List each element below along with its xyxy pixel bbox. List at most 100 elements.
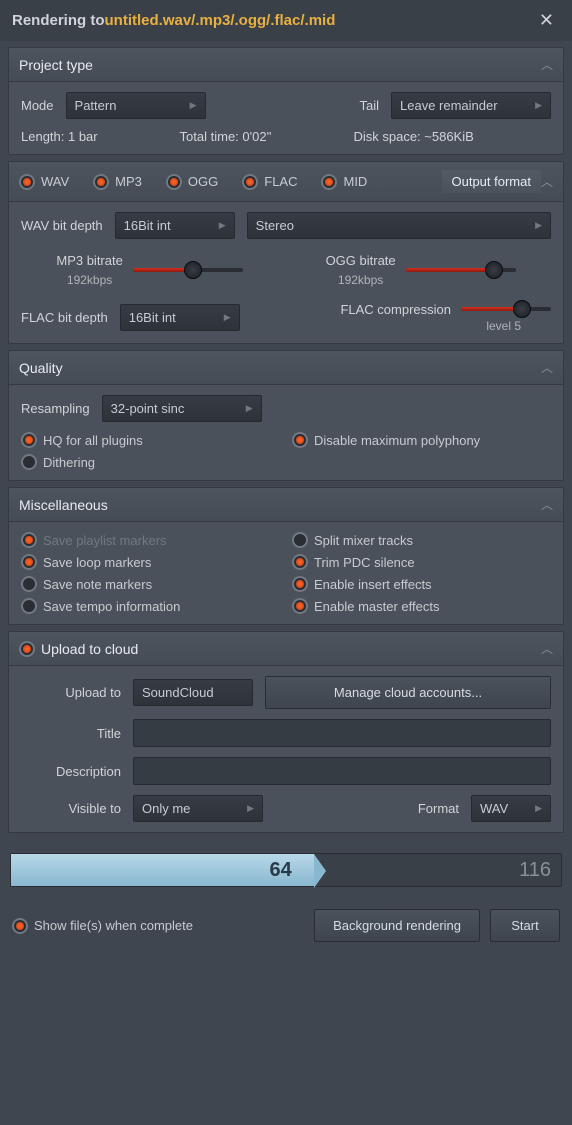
section-title: Quality	[19, 360, 63, 376]
section-header-output-format: WAV MP3 OGG FLAC MID Output format ︿	[9, 162, 563, 202]
dropdown-arrow-icon: ▶	[190, 100, 197, 111]
dropdown-arrow-icon: ▶	[224, 312, 231, 323]
ogg-bitrate-label: OGG bitrate	[326, 253, 396, 268]
progress-current-bar: 64	[270, 859, 292, 882]
flac-bit-depth-dropdown[interactable]: 16Bit int ▶	[120, 304, 240, 331]
split-mixer-tracks-checkbox[interactable]: Split mixer tracks	[292, 532, 551, 548]
save-tempo-information-checkbox[interactable]: Save tempo information	[21, 598, 280, 614]
trim-pdc-silence-checkbox[interactable]: Trim PDC silence	[292, 554, 551, 570]
dropdown-arrow-icon: ▶	[535, 100, 542, 111]
hq-plugins-checkbox[interactable]: HQ for all plugins	[21, 432, 280, 448]
section-quality: Quality ︿ Resampling 32-point sinc ▶ HQ …	[8, 350, 564, 481]
ogg-bitrate-slider[interactable]	[406, 262, 516, 278]
cloud-title-label: Title	[21, 726, 121, 741]
chevron-up-icon[interactable]: ︿	[541, 359, 553, 376]
chevron-up-icon[interactable]: ︿	[541, 640, 553, 657]
manage-cloud-accounts-button[interactable]: Manage cloud accounts...	[265, 676, 551, 709]
stereo-value: Stereo	[256, 218, 294, 233]
flac-bit-depth-value: 16Bit int	[129, 310, 176, 325]
mode-label: Mode	[21, 98, 54, 113]
section-title: Miscellaneous	[19, 497, 108, 513]
wav-bit-depth-value: 16Bit int	[124, 218, 171, 233]
dithering-checkbox[interactable]: Dithering	[21, 454, 280, 470]
dropdown-arrow-icon: ▶	[247, 803, 254, 814]
wav-bit-depth-dropdown[interactable]: 16Bit int ▶	[115, 212, 235, 239]
output-format-label: Output format	[442, 170, 541, 193]
tail-label: Tail	[359, 98, 379, 113]
section-miscellaneous: Miscellaneous ︿ Save playlist markers Sp…	[8, 487, 564, 625]
radio-on-icon	[19, 641, 35, 657]
background-rendering-button[interactable]: Background rendering	[314, 909, 480, 942]
show-file-when-complete-checkbox[interactable]: Show file(s) when complete	[12, 918, 193, 934]
radio-on-icon	[21, 432, 37, 448]
dropdown-arrow-icon: ▶	[535, 220, 542, 231]
title-prefix: Rendering to	[12, 12, 105, 29]
chevron-up-icon[interactable]: ︿	[541, 173, 553, 190]
dropdown-arrow-icon: ▶	[535, 803, 542, 814]
mp3-bitrate-slider[interactable]	[133, 262, 243, 278]
resampling-value: 32-point sinc	[111, 401, 185, 416]
flac-compression-label: FLAC compression	[340, 302, 451, 317]
save-playlist-markers-checkbox[interactable]: Save playlist markers	[21, 532, 280, 548]
format-mid-radio[interactable]: MID	[321, 174, 367, 190]
radio-on-icon	[12, 918, 28, 934]
dropdown-arrow-icon: ▶	[219, 220, 226, 231]
length-info: Length: 1 bar	[21, 129, 98, 144]
save-loop-markers-checkbox[interactable]: Save loop markers	[21, 554, 280, 570]
cloud-format-dropdown[interactable]: WAV ▶	[471, 795, 551, 822]
cloud-description-input[interactable]	[133, 757, 551, 785]
section-header-project-type: Project type ︿	[9, 48, 563, 82]
format-wav-radio[interactable]: WAV	[19, 174, 69, 190]
radio-off-icon	[21, 598, 37, 614]
cloud-format-value: WAV	[480, 801, 508, 816]
wav-bit-depth-label: WAV bit depth	[21, 218, 103, 233]
chevron-up-icon[interactable]: ︿	[541, 496, 553, 513]
close-icon[interactable]: ✕	[533, 8, 560, 33]
mode-dropdown[interactable]: Pattern ▶	[66, 92, 206, 119]
format-mp3-radio[interactable]: MP3	[93, 174, 142, 190]
titlebar: Rendering to untitled.wav/.mp3/.ogg/.fla…	[0, 0, 572, 41]
upload-to-label: Upload to	[21, 685, 121, 700]
radio-on-icon	[321, 174, 337, 190]
radio-on-icon	[19, 174, 35, 190]
radio-on-icon	[93, 174, 109, 190]
upload-to-cloud-checkbox[interactable]: Upload to cloud	[19, 641, 138, 657]
ogg-bitrate-value: 192kbps	[338, 273, 383, 287]
tail-value: Leave remainder	[400, 98, 498, 113]
enable-insert-effects-checkbox[interactable]: Enable insert effects	[292, 576, 551, 592]
disable-polyphony-checkbox[interactable]: Disable maximum polyphony	[292, 432, 551, 448]
dropdown-arrow-icon: ▶	[246, 403, 253, 414]
progress-total-bars: 116	[519, 859, 551, 882]
enable-master-effects-checkbox[interactable]: Enable master effects	[292, 598, 551, 614]
stereo-dropdown[interactable]: Stereo ▶	[247, 212, 551, 239]
upload-to-dropdown[interactable]: SoundCloud	[133, 679, 253, 706]
radio-on-icon	[166, 174, 182, 190]
mp3-bitrate-label: MP3 bitrate	[56, 253, 122, 268]
radio-off-icon	[21, 576, 37, 592]
visible-to-dropdown[interactable]: Only me ▶	[133, 795, 263, 822]
start-button[interactable]: Start	[490, 909, 560, 942]
cloud-description-label: Description	[21, 764, 121, 779]
cloud-title-input[interactable]	[133, 719, 551, 747]
resampling-dropdown[interactable]: 32-point sinc ▶	[102, 395, 262, 422]
section-project-type: Project type ︿ Mode Pattern ▶ Tail Leave…	[8, 47, 564, 155]
radio-on-icon	[292, 598, 308, 614]
cloud-format-label: Format	[418, 801, 459, 816]
section-header-miscellaneous: Miscellaneous ︿	[9, 488, 563, 522]
section-title: Project type	[19, 57, 93, 73]
radio-on-icon	[292, 576, 308, 592]
radio-on-icon	[242, 174, 258, 190]
visible-to-label: Visible to	[21, 801, 121, 816]
mp3-bitrate-value: 192kbps	[67, 273, 112, 287]
format-flac-radio[interactable]: FLAC	[242, 174, 297, 190]
title-filename: untitled.wav/.mp3/.ogg/.flac/.mid	[105, 12, 336, 29]
visible-to-value: Only me	[142, 801, 190, 816]
chevron-up-icon[interactable]: ︿	[541, 56, 553, 73]
tail-dropdown[interactable]: Leave remainder ▶	[391, 92, 551, 119]
render-progress-bar: 64 116	[10, 853, 562, 887]
format-ogg-radio[interactable]: OGG	[166, 174, 218, 190]
save-note-markers-checkbox[interactable]: Save note markers	[21, 576, 280, 592]
flac-compression-slider[interactable]	[461, 301, 551, 317]
section-upload-cloud: Upload to cloud ︿ Upload to SoundCloud M…	[8, 631, 564, 833]
radio-on-icon	[21, 554, 37, 570]
